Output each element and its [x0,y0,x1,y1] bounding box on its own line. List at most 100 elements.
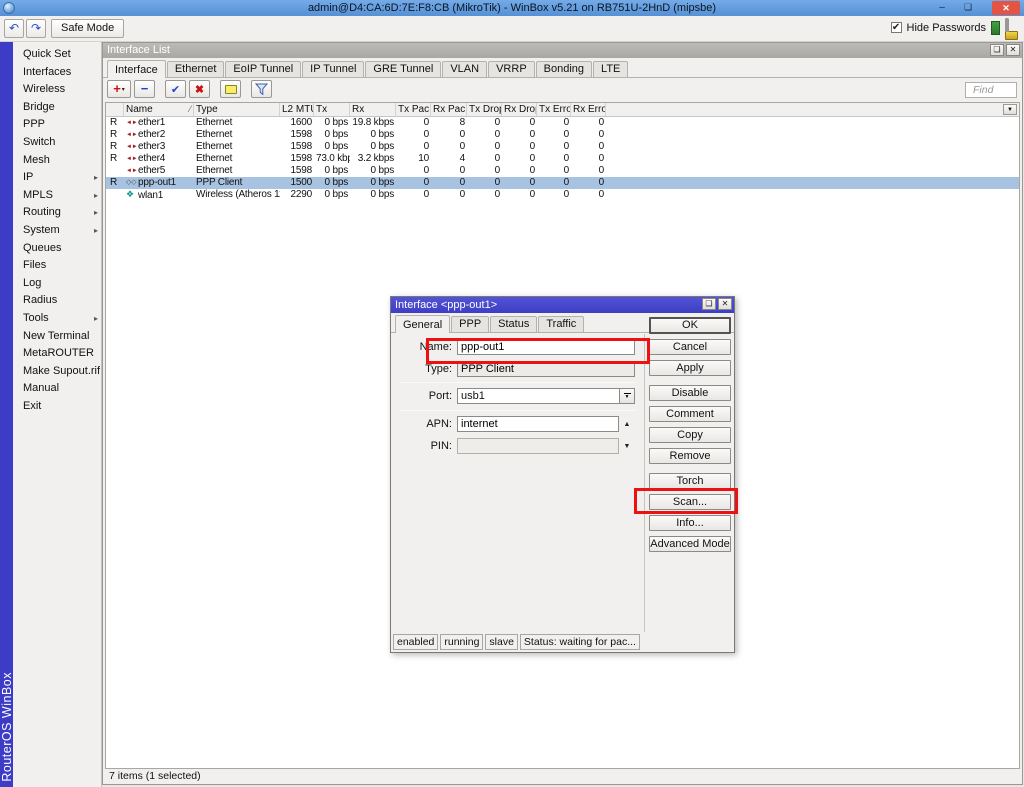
column-header[interactable]: Tx Pac... [396,103,431,116]
sidebar-item[interactable]: Exit ▸ [13,398,101,416]
sidebar-item[interactable]: System ▸ [13,222,101,240]
column-header[interactable]: Rx [350,103,396,116]
cell-l2mtu: 2290 [280,189,314,201]
dialog-button[interactable]: Advanced Mode [649,536,731,552]
close-button[interactable]: ✕ [992,1,1020,15]
sidebar-item[interactable]: New Terminal ▸ [13,328,101,346]
dialog-button[interactable]: Comment [649,406,731,422]
sidebar-item[interactable]: Radius ▸ [13,292,101,310]
restore-button[interactable]: ❏ [960,0,976,16]
sidebar-item[interactable]: Mesh ▸ [13,152,101,170]
interface-list-titlebar[interactable]: Interface List ❏ ✕ [103,43,1022,58]
undo-button[interactable]: ↶ [4,19,24,38]
interface-list-tab[interactable]: Bonding [536,61,592,77]
table-row[interactable]: R ether4 Ethernet 1598 73.0 kbps 3.2 kbp… [106,153,1019,165]
dialog-button[interactable]: Cancel [649,339,731,355]
column-header[interactable]: Tx Drops [467,103,502,116]
sidebar-item[interactable]: Switch ▸ [13,134,101,152]
dialog-button[interactable]: OK [649,317,731,334]
cell-rx-errors: 0 [571,117,606,129]
column-header[interactable]: Tx [314,103,350,116]
dialog-button[interactable]: Disable [649,385,731,401]
dialog-button[interactable]: Apply [649,360,731,376]
dialog-button[interactable]: Info... [649,515,731,531]
cell-tx-errors: 0 [537,129,571,141]
sidebar-item[interactable]: Make Supout.rif ▸ [13,363,101,381]
disable-button[interactable]: ✖ [189,80,210,98]
sidebar-item[interactable]: Interfaces ▸ [13,64,101,82]
dialog-tab[interactable]: Traffic [538,316,584,332]
column-header[interactable]: Rx Errors [571,103,606,116]
enable-button[interactable]: ✔ [165,80,186,98]
dialog-tab[interactable]: General [395,315,450,333]
interface-list-tab[interactable]: EoIP Tunnel [225,61,301,77]
comment-button[interactable] [220,80,241,98]
ppp-icon [126,177,138,189]
dialog-button[interactable]: Copy [649,427,731,443]
interface-list-tab[interactable]: VLAN [442,61,487,77]
dialog-button[interactable]: Scan... [649,494,731,510]
sidebar-item[interactable]: Files ▸ [13,257,101,275]
sidebar-item[interactable]: Routing ▸ [13,204,101,222]
apn-input[interactable] [457,416,619,432]
safe-mode-button[interactable]: Safe Mode [51,19,124,38]
table-row[interactable]: R ether1 Ethernet 1600 0 bps 19.8 kbps 0… [106,117,1019,129]
add-interface-button[interactable]: + ▾ [107,80,131,98]
column-header[interactable]: Tx Errors [537,103,571,116]
interface-list-tab[interactable]: IP Tunnel [302,61,364,77]
hide-passwords-checkbox[interactable]: ✔ [891,22,902,33]
check-icon: ✔ [171,83,180,96]
column-menu-button[interactable]: ▼ [1003,104,1017,115]
sidebar-item[interactable]: Wireless ▸ [13,81,101,99]
sidebar-item[interactable]: Manual ▸ [13,380,101,398]
cell-flag: R [106,129,124,141]
dialog-restore-button[interactable]: ❏ [702,298,716,310]
sidebar-item[interactable]: MPLS ▸ [13,187,101,205]
sidebar-item[interactable]: Log ▸ [13,275,101,293]
interface-list-tab[interactable]: GRE Tunnel [365,61,441,77]
sidebar-item[interactable]: Quick Set ▸ [13,46,101,64]
interface-list-tab[interactable]: VRRP [488,61,535,77]
column-header[interactable]: L2 MTU [280,103,314,116]
redo-button[interactable]: ↷ [26,19,46,38]
minimize-button[interactable]: – [934,0,950,16]
dialog-button[interactable]: Torch [649,473,731,489]
remove-interface-button[interactable]: − [134,80,155,98]
sidebar-item[interactable]: IP ▸ [13,169,101,187]
table-row[interactable]: R ppp-out1 PPP Client 1500 0 bps 0 bps 0… [106,177,1019,189]
interface-list-tab[interactable]: Ethernet [167,61,225,77]
column-header[interactable]: Rx Pac... [431,103,467,116]
window-restore-button[interactable]: ❏ [990,44,1004,56]
column-header[interactable]: Name [124,103,194,116]
window-close-button[interactable]: ✕ [1006,44,1020,56]
port-dropdown[interactable]: usb1 ▼ [457,388,635,404]
dialog-tab[interactable]: Status [490,316,537,332]
cell-rx-errors: 0 [571,141,606,153]
pin-input[interactable] [457,438,619,454]
dialog-titlebar[interactable]: Interface <ppp-out1> ❏ ✕ [391,297,734,313]
column-header[interactable]: Type [194,103,280,116]
column-header[interactable] [106,103,124,116]
sidebar-item[interactable]: Bridge ▸ [13,99,101,117]
column-header[interactable]: Rx Drops [502,103,537,116]
table-row[interactable]: ether5 Ethernet 1598 0 bps 0 bps 0 0 0 0… [106,165,1019,177]
dialog-close-button[interactable]: ✕ [718,298,732,310]
table-row[interactable]: R ether2 Ethernet 1598 0 bps 0 bps 0 0 0… [106,129,1019,141]
interface-list-tab[interactable]: Interface [107,60,166,78]
table-row[interactable]: wlan1 Wireless (Atheros 11N) 2290 0 bps … [106,189,1019,201]
interface-list-tab[interactable]: LTE [593,61,628,77]
sidebar-item[interactable]: MetaROUTER ▸ [13,345,101,363]
dialog-button[interactable]: Remove [649,448,731,464]
sidebar-item[interactable]: Queues ▸ [13,240,101,258]
table-row[interactable]: R ether3 Ethernet 1598 0 bps 0 bps 0 0 0… [106,141,1019,153]
cell-type: Ethernet [194,141,280,153]
sidebar-item[interactable]: Tools ▸ [13,310,101,328]
port-dropdown-button[interactable]: ▼ [619,389,634,403]
expand-arrow-icon[interactable]: ▼ [619,443,635,450]
collapse-arrow-icon[interactable]: ▲ [619,421,635,428]
sidebar-item[interactable]: PPP ▸ [13,116,101,134]
find-input[interactable]: Find [965,82,1017,98]
filter-button[interactable] [251,80,272,98]
name-input[interactable] [457,339,635,355]
dialog-tab[interactable]: PPP [451,316,489,332]
